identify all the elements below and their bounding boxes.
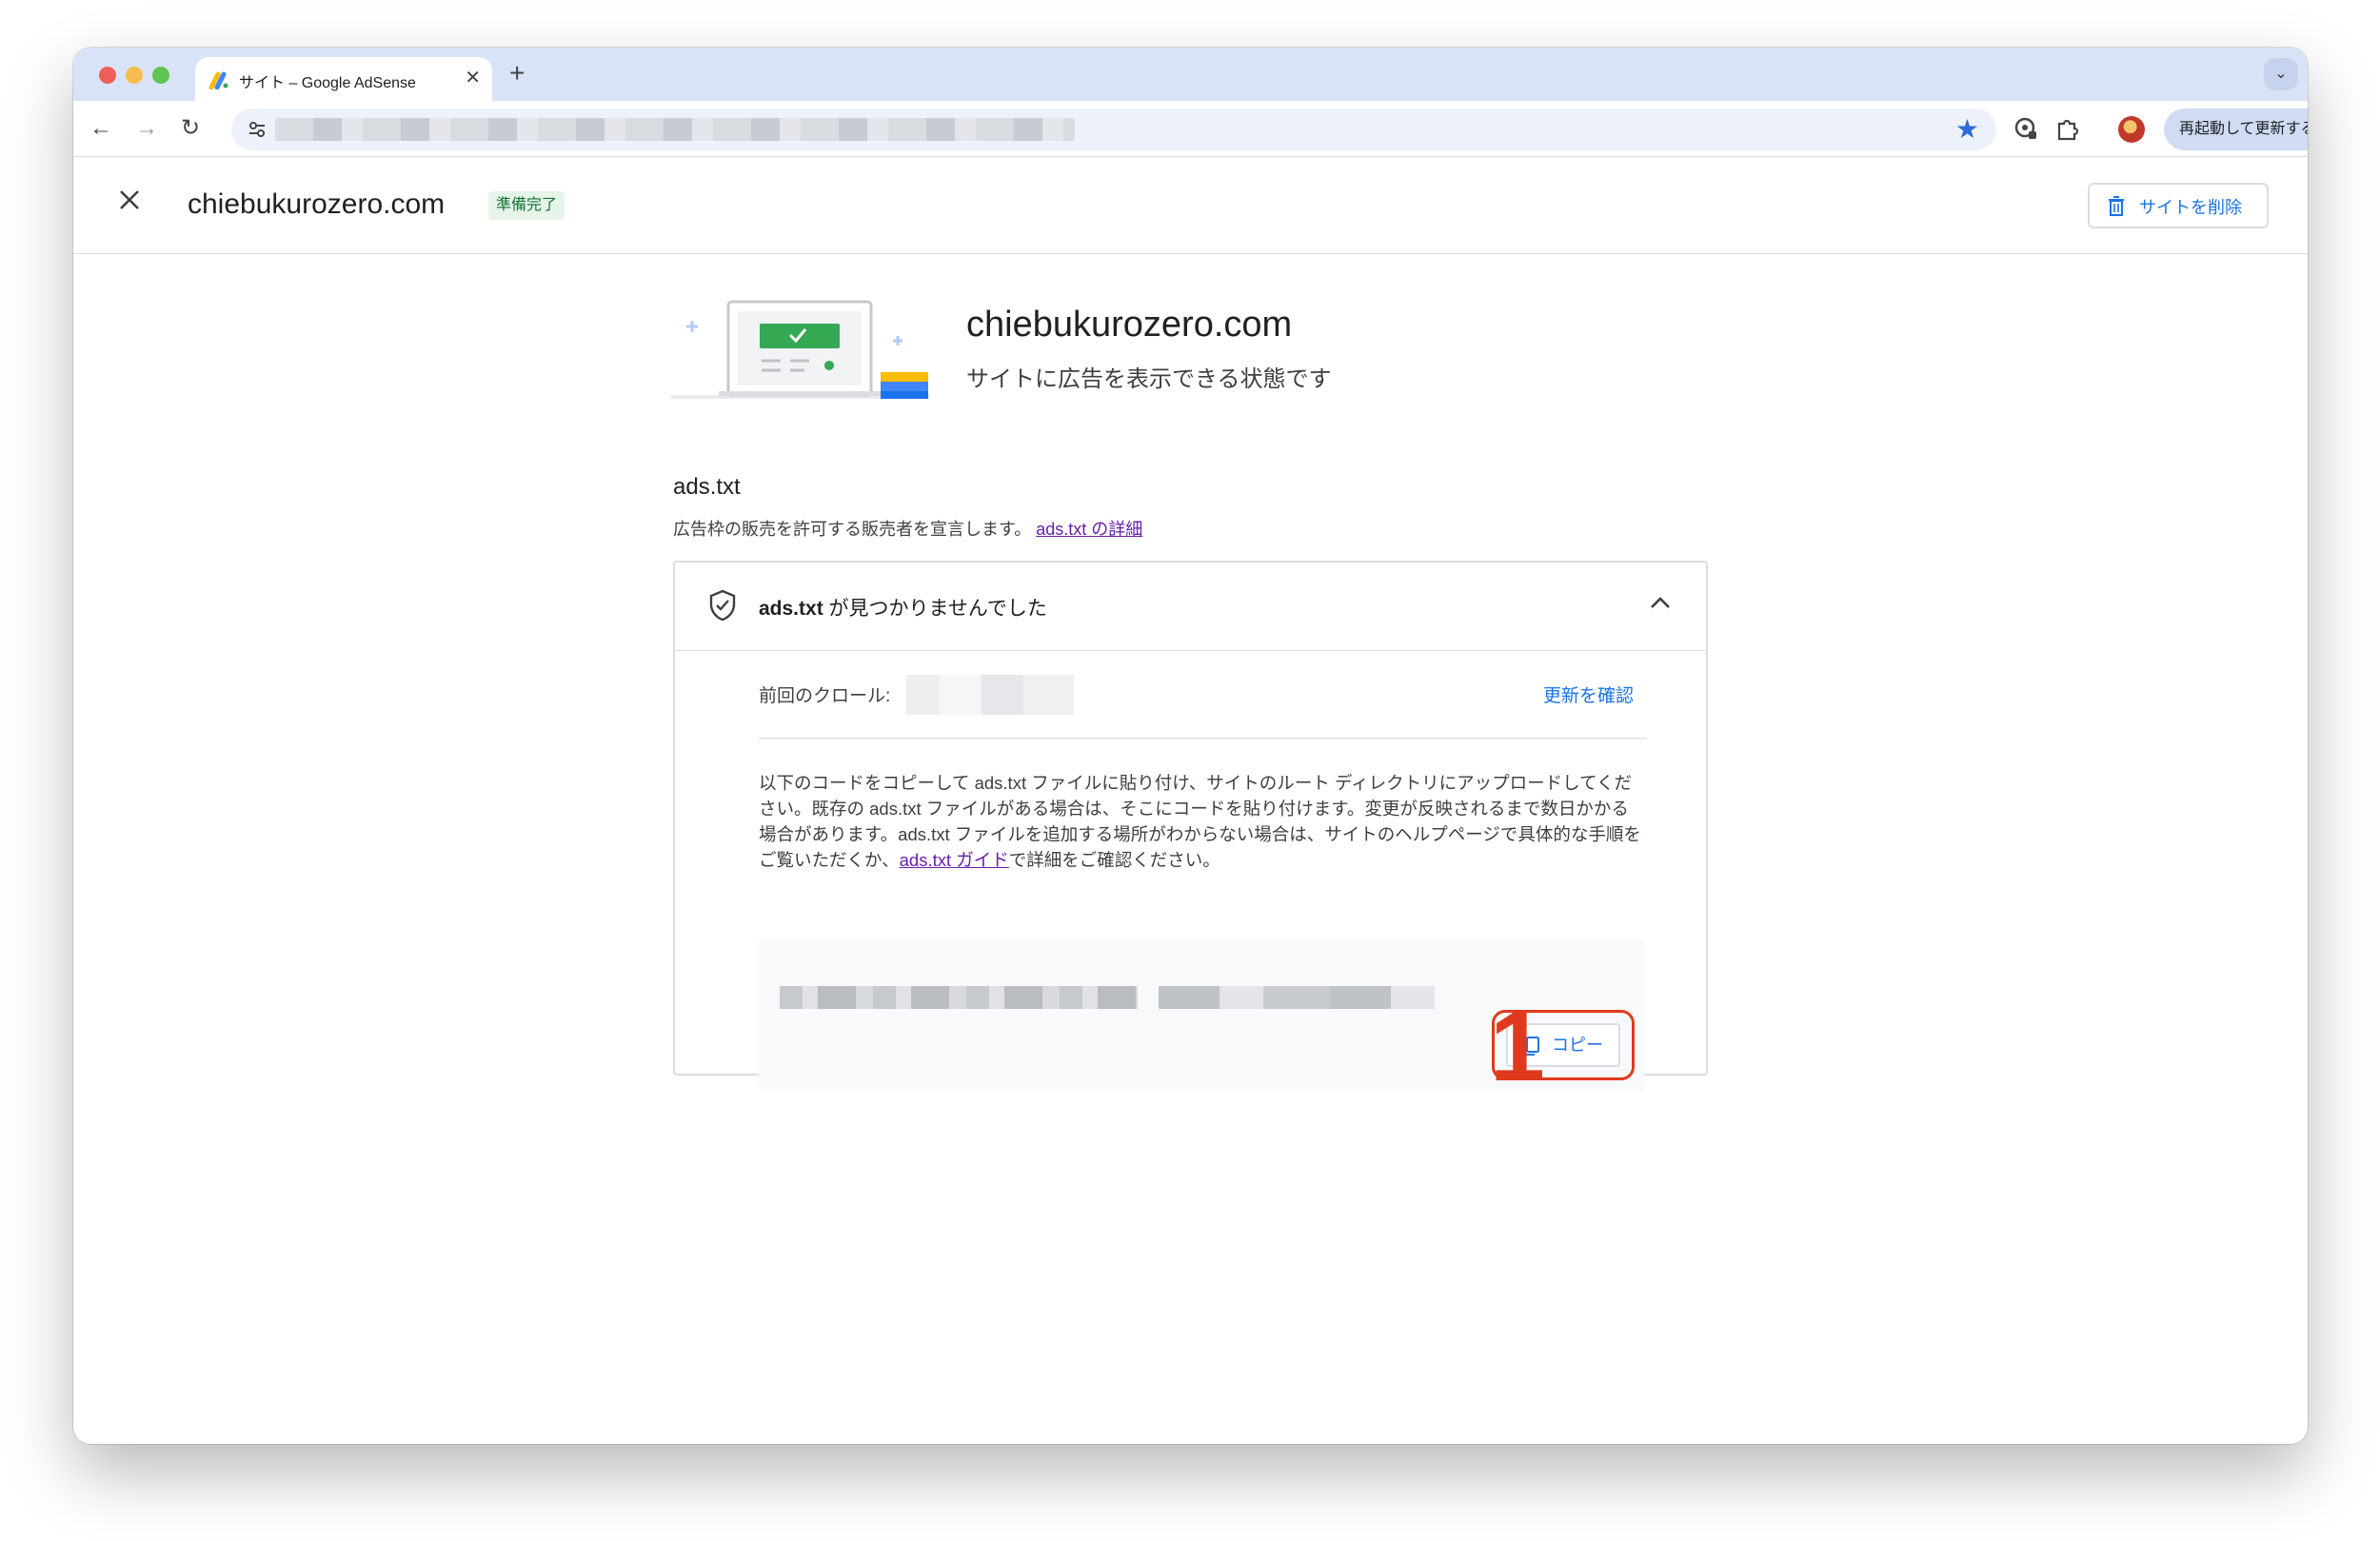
- window-zoom-button[interactable]: [152, 67, 169, 84]
- tab-close-icon[interactable]: ✕: [465, 67, 481, 89]
- ads-txt-section-title: ads.txt: [673, 474, 741, 500]
- code-snippet-redacted: [1159, 986, 1435, 1009]
- page-title: chiebukurozero.com: [188, 188, 446, 220]
- tab-title: サイト – Google AdSense: [239, 75, 416, 91]
- browser-window: サイト – Google AdSense ✕ + ⌄ ← → ↻ ★ 再起動して…: [73, 48, 2308, 1444]
- password-manager-icon[interactable]: [2012, 114, 2040, 143]
- page-header: chiebukurozero.com 準備完了 サイトを削除: [73, 157, 2308, 254]
- check-updates-link[interactable]: 更新を確認: [1543, 682, 1634, 707]
- ads-txt-description: 広告枠の販売を許可する販売者を宣言します。 ads.txt の詳細: [673, 516, 1142, 541]
- ads-txt-status-text: が見つかりませんでした: [823, 598, 1047, 620]
- new-tab-icon[interactable]: +: [509, 59, 525, 88]
- ads-txt-status-title: ads.txt が見つかりませんでした: [759, 593, 1047, 622]
- ads-txt-status-code: ads.txt: [759, 598, 823, 620]
- hero-subtitle: サイトに広告を表示できる状態です: [966, 366, 1332, 392]
- tab-search-chevron-icon[interactable]: ⌄: [2264, 58, 2298, 90]
- last-crawl-value-redacted: [906, 675, 1074, 715]
- ads-txt-instructions: 以下のコードをコピーして ads.txt ファイルに貼り付け、サイトのルート デ…: [759, 770, 1644, 873]
- ads-txt-details-link[interactable]: ads.txt の詳細: [1036, 520, 1142, 539]
- window-close-button[interactable]: [99, 67, 116, 84]
- back-arrow-icon[interactable]: ←: [89, 114, 112, 143]
- adsense-logo-icon: [208, 71, 228, 89]
- code-snippet-redacted: [780, 986, 1138, 1009]
- copy-label: コピー: [1552, 1036, 1603, 1055]
- close-icon[interactable]: [115, 186, 144, 214]
- url-redacted: [275, 118, 1075, 141]
- ads-txt-card-header[interactable]: ads.txt が見つかりませんでした: [675, 563, 1706, 651]
- bookmark-star-icon[interactable]: ★: [1955, 114, 1979, 145]
- extensions-puzzle-icon[interactable]: [2053, 114, 2082, 143]
- relaunch-label: 再起動して更新する: [2179, 121, 2308, 137]
- step-number-annotation: 1: [1490, 992, 1545, 1102]
- ads-txt-description-text: 広告枠の販売を許可する販売者を宣言します。: [673, 520, 1032, 539]
- profile-avatar[interactable]: [2118, 116, 2145, 143]
- delete-site-button[interactable]: サイトを削除: [2088, 183, 2269, 228]
- forward-arrow-icon[interactable]: →: [135, 114, 158, 143]
- shield-check-icon: [709, 589, 736, 622]
- ads-txt-guide-link[interactable]: ads.txt ガイド: [900, 850, 1009, 870]
- relaunch-update-button[interactable]: 再起動して更新する ⋮: [2164, 109, 2308, 150]
- status-badge: 準備完了: [488, 191, 565, 220]
- ads-txt-card: ads.txt が見つかりませんでした 前回のクロール: 更新を確認 以下のコー…: [673, 561, 1708, 1091]
- tab-adsense[interactable]: サイト – Google AdSense ✕: [195, 57, 492, 101]
- reload-icon[interactable]: ↻: [181, 114, 200, 143]
- delete-site-label: サイトを削除: [2139, 198, 2242, 217]
- window-minimize-button[interactable]: [126, 67, 143, 84]
- hero-title: chiebukurozero.com: [966, 305, 1293, 345]
- browser-toolbar: ← → ↻ ★ 再起動して更新する ⋮: [73, 101, 2308, 157]
- tab-strip: サイト – Google AdSense ✕ + ⌄: [73, 48, 2308, 101]
- site-settings-icon[interactable]: [247, 119, 268, 140]
- address-bar[interactable]: ★: [231, 109, 1996, 150]
- divider: [759, 738, 1646, 739]
- last-crawl-label: 前回のクロール:: [759, 686, 891, 706]
- site-ready-illustration: [671, 300, 930, 399]
- instructions-tail: で詳細をご確認ください。: [1008, 850, 1220, 870]
- trash-icon: [2109, 196, 2124, 216]
- chevron-up-icon[interactable]: [1649, 595, 1672, 610]
